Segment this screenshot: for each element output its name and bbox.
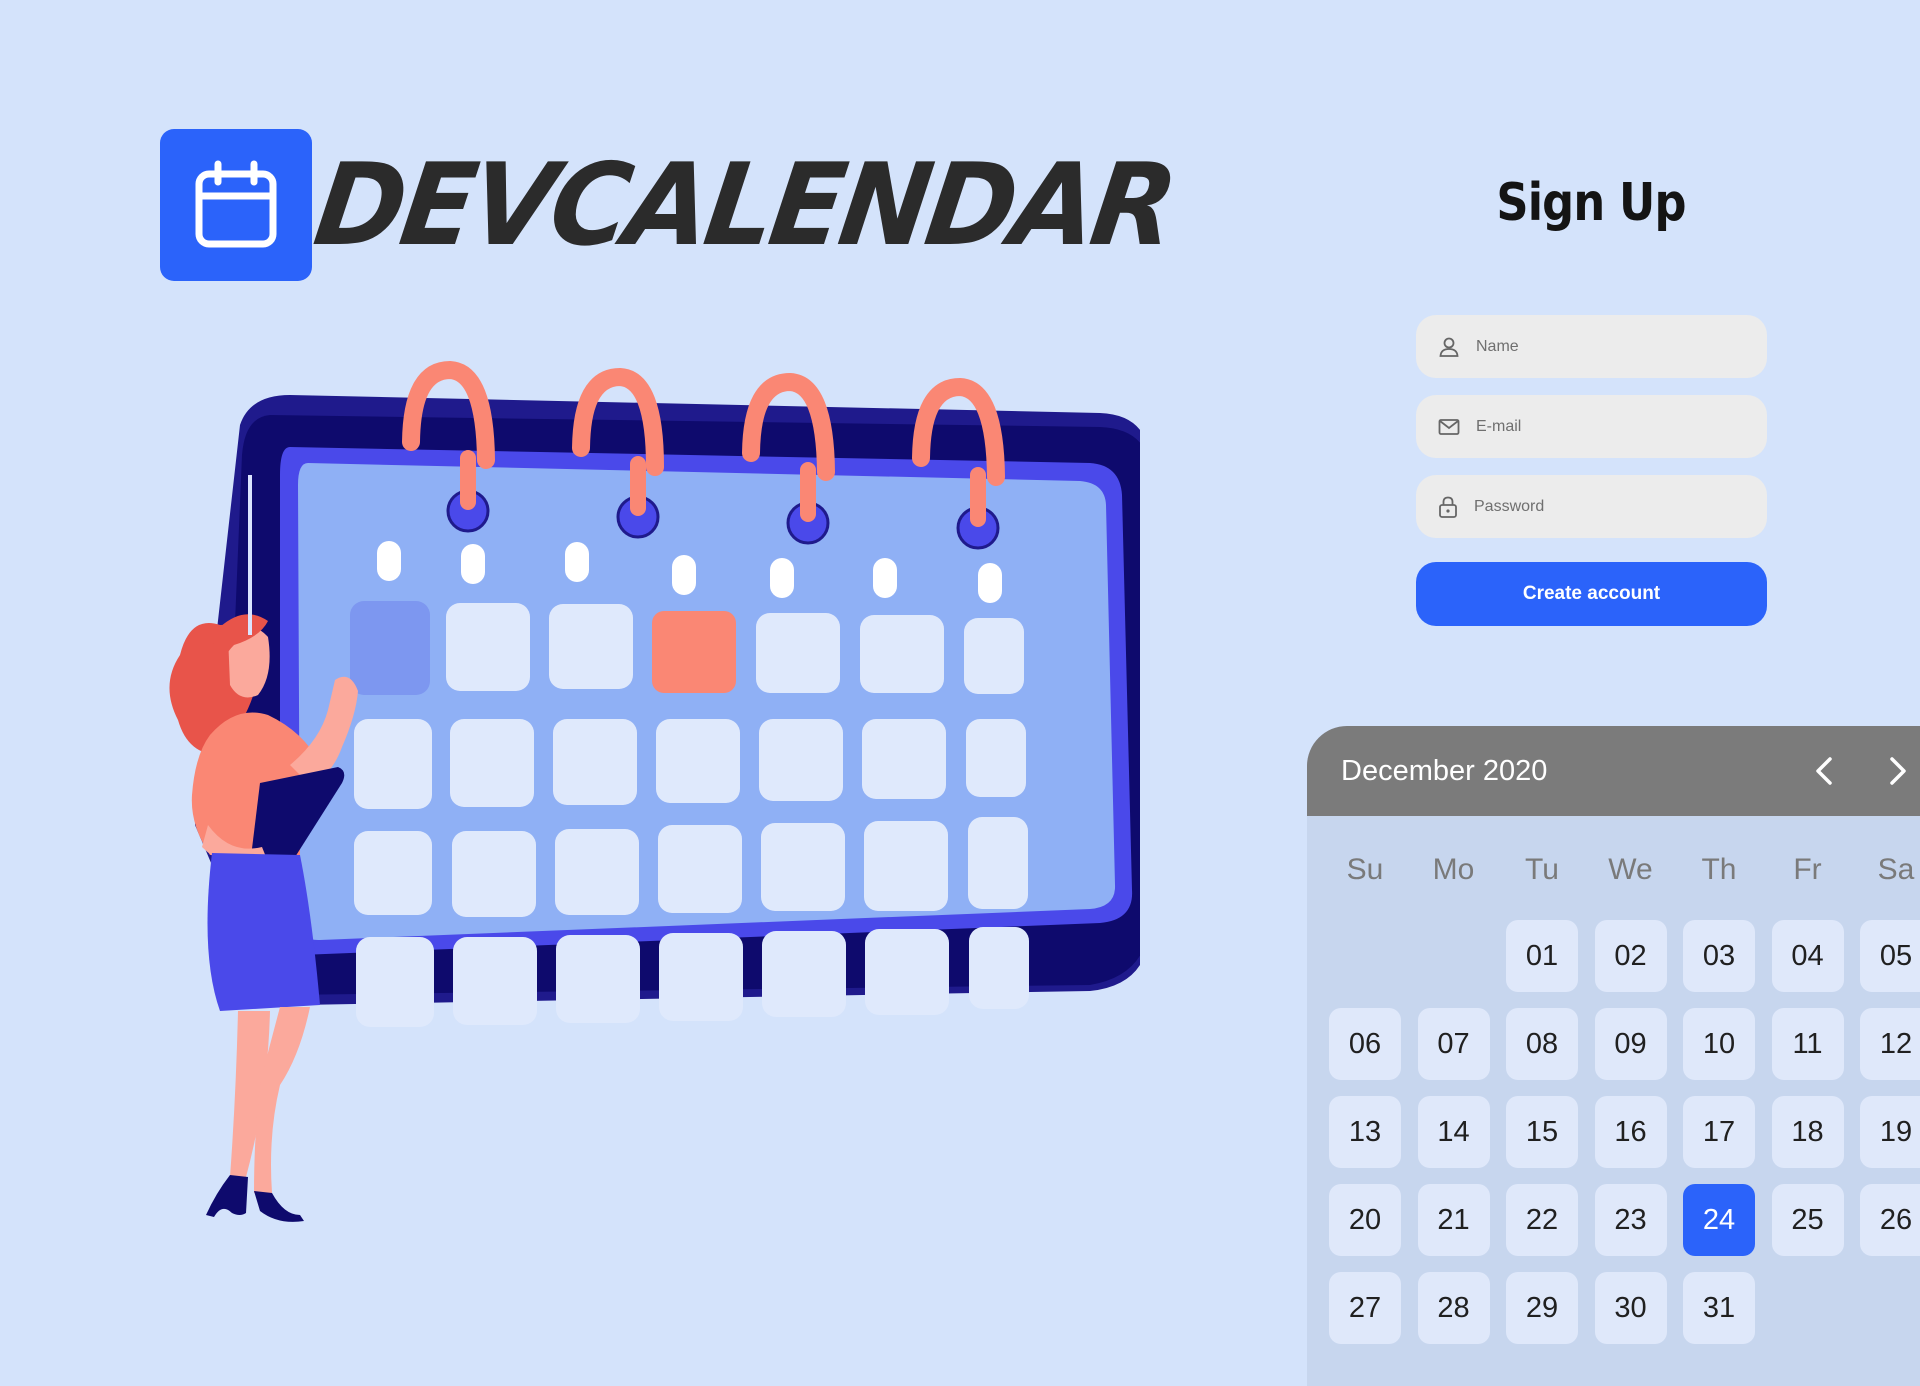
day-cell[interactable]: 19 xyxy=(1860,1096,1920,1168)
day-cell[interactable]: 12 xyxy=(1860,1008,1920,1080)
day-cell[interactable]: 26 xyxy=(1860,1184,1920,1256)
day-cell[interactable]: 27 xyxy=(1329,1272,1401,1344)
day-cell[interactable]: 04 xyxy=(1771,920,1844,992)
day-cell[interactable]: 13 xyxy=(1329,1096,1401,1168)
day-cell[interactable]: 22 xyxy=(1506,1184,1578,1256)
signup-title: Sign Up xyxy=(1496,173,1686,233)
weekday-header: Sa xyxy=(1877,853,1915,886)
password-field[interactable] xyxy=(1416,475,1767,538)
chevron-left-icon xyxy=(1816,757,1832,785)
email-input[interactable] xyxy=(1474,416,1748,437)
name-input[interactable] xyxy=(1474,336,1748,357)
day-cell[interactable]: 18 xyxy=(1771,1096,1844,1168)
day-cell[interactable]: 23 xyxy=(1594,1184,1667,1256)
day-cell[interactable]: 14 xyxy=(1417,1096,1490,1168)
weekday-header: Su xyxy=(1346,853,1384,886)
day-cell[interactable]: 07 xyxy=(1417,1008,1490,1080)
month-label: December 2020 xyxy=(1341,755,1548,787)
mail-icon xyxy=(1438,418,1460,435)
weekday-header: Th xyxy=(1701,853,1737,886)
day-cell[interactable]: 25 xyxy=(1771,1184,1844,1256)
day-cell[interactable]: 03 xyxy=(1683,920,1755,992)
password-input[interactable] xyxy=(1472,496,1746,517)
date-picker-header: December 2020 xyxy=(1307,726,1920,816)
lock-icon xyxy=(1439,496,1457,518)
weekday-header: Fr xyxy=(1793,853,1822,886)
day-cell[interactable]: 11 xyxy=(1771,1008,1844,1080)
day-cell[interactable]: 08 xyxy=(1506,1008,1578,1080)
day-cell[interactable]: 01 xyxy=(1506,920,1578,992)
day-cell[interactable]: 15 xyxy=(1506,1096,1578,1168)
day-cell[interactable]: 21 xyxy=(1417,1184,1490,1256)
prev-month-button[interactable] xyxy=(1805,751,1845,791)
day-cell[interactable]: 30 xyxy=(1594,1272,1667,1344)
create-account-button[interactable]: Create account xyxy=(1416,562,1767,626)
email-field[interactable] xyxy=(1416,395,1767,458)
day-cell[interactable]: 02 xyxy=(1594,920,1667,992)
day-cell[interactable]: 17 xyxy=(1683,1096,1755,1168)
day-cell[interactable]: 16 xyxy=(1594,1096,1667,1168)
day-cell[interactable]: 05 xyxy=(1860,920,1920,992)
brand-name: DevCalendar xyxy=(307,140,1181,272)
calendar-icon xyxy=(195,160,277,248)
day-cell[interactable]: 29 xyxy=(1506,1272,1578,1344)
weekday-header: We xyxy=(1608,853,1653,886)
name-field[interactable] xyxy=(1416,315,1767,378)
day-cell[interactable]: 10 xyxy=(1683,1008,1755,1080)
day-cell[interactable]: 09 xyxy=(1594,1008,1667,1080)
day-cell-selected[interactable]: 24 xyxy=(1683,1184,1755,1256)
date-picker: December 2020 Su Mo Tu We Th Fr Sa 01 02 03 04 05 06… xyxy=(1307,726,1920,1386)
next-month-button[interactable] xyxy=(1877,751,1917,791)
app-logo xyxy=(160,129,312,281)
day-cell[interactable]: 20 xyxy=(1329,1184,1401,1256)
chevron-right-icon xyxy=(1890,757,1906,785)
calendar-illustration xyxy=(169,360,1140,1222)
day-cell[interactable]: 31 xyxy=(1683,1272,1755,1344)
day-cell[interactable]: 28 xyxy=(1417,1272,1490,1344)
day-cell[interactable]: 06 xyxy=(1329,1008,1401,1080)
weekday-header: Tu xyxy=(1525,853,1559,886)
user-icon xyxy=(1439,337,1459,357)
weekday-header: Mo xyxy=(1432,853,1475,886)
